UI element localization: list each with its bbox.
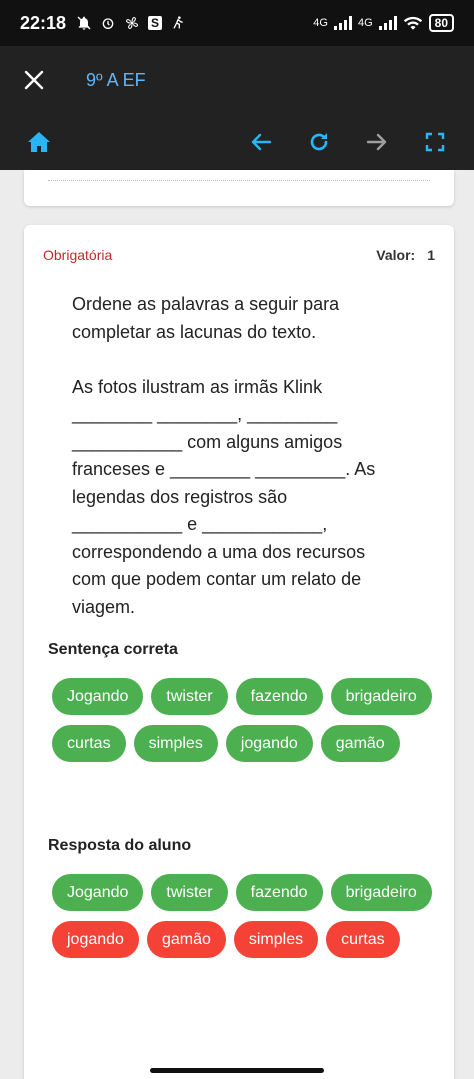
refresh-button[interactable]	[306, 129, 332, 155]
word-chip[interactable]: simples	[233, 921, 319, 958]
bell-off-icon	[77, 16, 91, 30]
student-answer-label: Resposta do aluno	[48, 837, 192, 854]
forward-button[interactable]	[364, 129, 390, 155]
word-chip[interactable]: gamão	[146, 921, 226, 958]
word-chip[interactable]: jogando	[225, 725, 313, 762]
close-button[interactable]	[22, 68, 46, 92]
accessibility-icon	[173, 16, 183, 29]
word-chip[interactable]: twister	[151, 874, 228, 911]
status-time: 22:18	[20, 12, 67, 33]
word-chip[interactable]: curtas	[52, 725, 126, 762]
divider	[48, 180, 430, 181]
word-chip[interactable]: simples	[133, 725, 218, 762]
signal-icon	[333, 16, 352, 30]
back-button[interactable]	[248, 129, 274, 155]
status-notification-icons: S	[76, 15, 186, 31]
previous-question-card	[24, 170, 454, 206]
network-label-1: 4G	[313, 17, 328, 29]
word-chip[interactable]: Jogando	[52, 874, 144, 911]
network-label-2: 4G	[357, 17, 373, 29]
value-number: 1	[427, 247, 435, 263]
value-info: Valor: 1	[376, 247, 435, 263]
word-chip[interactable]: fazendo	[235, 678, 323, 715]
wifi-icon	[403, 16, 422, 30]
word-chip[interactable]: curtas	[326, 921, 400, 958]
question-card: Obrigatória Valor: 1 Ordene as palavras a…	[24, 225, 454, 1079]
word-chip[interactable]: brigadeiro	[330, 678, 432, 715]
refresh-icon	[310, 133, 328, 151]
mandatory-label: Obrigatória	[43, 247, 113, 263]
question-text: Ordene as palavras a seguir para complet…	[72, 291, 402, 621]
arrow-left-icon	[251, 133, 272, 151]
word-chip[interactable]: gamão	[320, 725, 400, 762]
question-instruction: Ordene as palavras a seguir para complet…	[72, 294, 340, 342]
status-system-icons: 4G 4G 80	[313, 14, 454, 32]
word-chip[interactable]: fazendo	[235, 874, 323, 911]
battery-icon: 80	[428, 14, 454, 32]
signal-icon	[378, 16, 397, 30]
value-label: Valor:	[376, 247, 416, 263]
browser-toolbar	[0, 114, 474, 170]
fan-icon	[126, 17, 139, 29]
correct-sentence-label: Sentença correta	[48, 641, 178, 658]
correct-sentence-chips: Jogando twister fazendo brigadeiro curtas sim…	[52, 678, 442, 762]
close-icon	[24, 70, 44, 90]
app-s-icon: S	[148, 16, 163, 30]
word-chip[interactable]: twister	[151, 678, 228, 715]
arrow-right-icon	[366, 133, 387, 151]
page-title: 9º A EF	[86, 69, 146, 90]
alarm-icon	[102, 18, 114, 29]
card-header: Obrigatória Valor: 1	[43, 247, 435, 263]
title-bar: 9º A EF	[0, 46, 474, 114]
home-icon	[28, 132, 50, 152]
home-button[interactable]	[26, 129, 52, 155]
home-indicator	[150, 1068, 324, 1073]
status-bar: 22:18 S 4G 4G 80	[0, 0, 474, 46]
fullscreen-button[interactable]	[422, 129, 448, 155]
student-answer-chips: Jogando twister fazendo brigadeiro jogando ga…	[52, 874, 442, 958]
fullscreen-icon	[425, 132, 445, 152]
question-body: As fotos ilustram as irmãs Klink _______…	[72, 376, 376, 617]
word-chip[interactable]: Jogando	[52, 678, 144, 715]
word-chip[interactable]: brigadeiro	[330, 874, 432, 911]
word-chip[interactable]: jogando	[52, 921, 139, 958]
